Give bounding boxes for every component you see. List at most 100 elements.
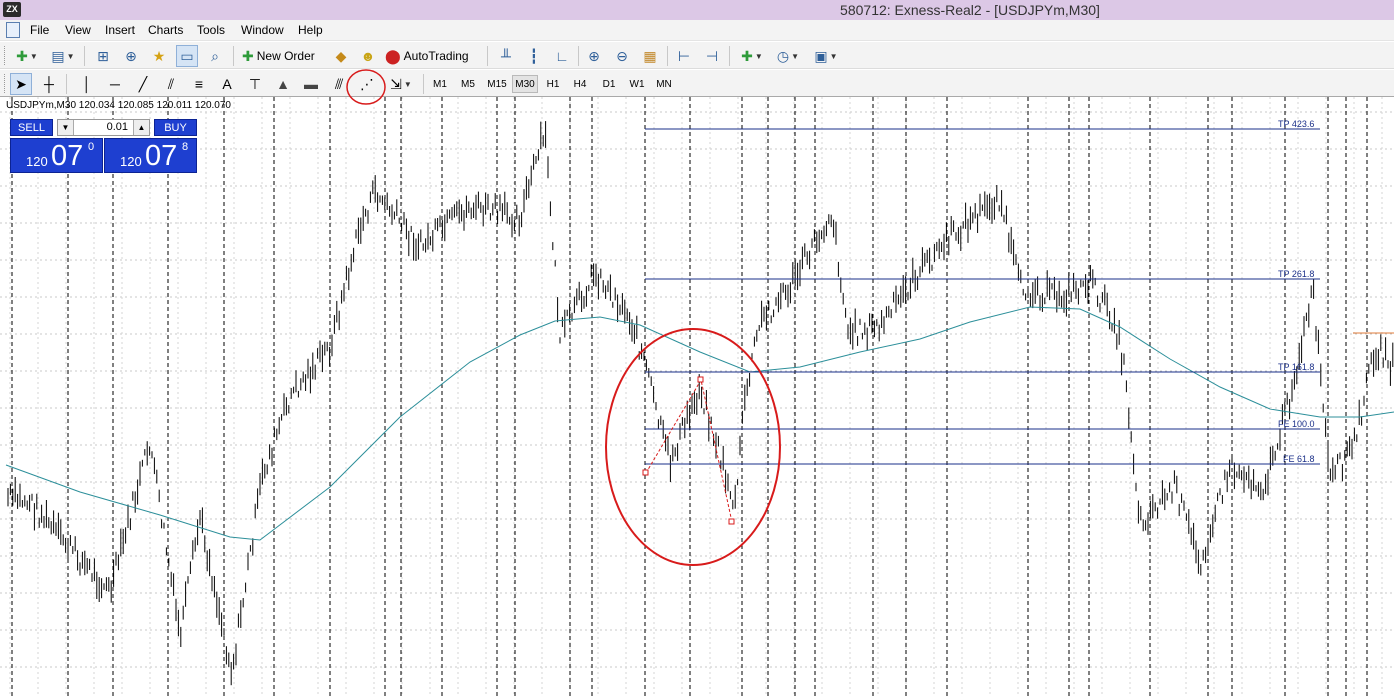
- ask-price-prefix: 120: [120, 154, 142, 169]
- fibo-anchor-3[interactable]: [728, 518, 735, 525]
- timeframe-mn-button[interactable]: MN: [652, 75, 676, 93]
- timeframe-h4-button[interactable]: H4: [568, 75, 592, 93]
- zoom-out-icon: ⊖: [616, 47, 628, 64]
- window-title: 580712: Exness-Real2 - [USDJPYm,M30]: [840, 2, 1100, 18]
- menu-window[interactable]: Window: [241, 23, 284, 37]
- data-window-button[interactable]: ⊕: [120, 45, 142, 67]
- lot-size-field[interactable]: ▼ 0.01 ▲: [57, 119, 150, 136]
- new-chart-icon: ✚: [16, 47, 28, 64]
- timeframe-d1-button[interactable]: D1: [597, 75, 621, 93]
- fibo-anchor-path[interactable]: [645, 378, 733, 523]
- menu-help[interactable]: Help: [298, 23, 323, 37]
- price-chart[interactable]: TP 423.6 TP 261.8 TP 161.8 FE 100.0 FE 6…: [0, 97, 1394, 696]
- terminal-button[interactable]: ▭: [176, 45, 198, 67]
- timeframe-m1-button[interactable]: M1: [428, 75, 452, 93]
- lot-increase-icon[interactable]: ▲: [133, 120, 149, 135]
- fibo-label-tp-423: TP 423.6: [1278, 119, 1314, 129]
- menu-bar: File View Insert Charts Tools Window Hel…: [0, 20, 1394, 41]
- triangle-icon: ▲: [276, 76, 290, 92]
- horizontal-line-button[interactable]: ─: [104, 73, 126, 95]
- chart-canvas[interactable]: TP 423.6 TP 261.8 TP 161.8 FE 100.0 FE 6…: [0, 97, 1394, 696]
- text-label-button[interactable]: ⊤: [244, 73, 266, 95]
- fibo-retracement-button[interactable]: ≡: [188, 73, 210, 95]
- experts-button[interactable]: ☻: [357, 45, 379, 67]
- fibo-retracement-icon: ≡: [194, 76, 204, 92]
- menu-view[interactable]: View: [65, 23, 91, 37]
- new-chart-button[interactable]: ✚ ▼: [12, 45, 42, 67]
- zoom-in-button[interactable]: ⊕: [583, 45, 605, 67]
- toolbar-separator: [423, 74, 424, 94]
- toolbar-grip[interactable]: [4, 46, 7, 65]
- experts-icon: ☻: [360, 48, 376, 64]
- timeframe-w1-button[interactable]: W1: [625, 75, 649, 93]
- menu-charts[interactable]: Charts: [148, 23, 183, 37]
- trendline-icon: ╱: [138, 75, 148, 92]
- menu-tools[interactable]: Tools: [197, 23, 225, 37]
- meta-editor-button[interactable]: ◆: [330, 45, 352, 67]
- zoom-out-button[interactable]: ⊖: [611, 45, 633, 67]
- fibo-anchor-1[interactable]: [642, 469, 649, 476]
- autotrading-icon: ⬤: [385, 47, 401, 64]
- lot-decrease-icon[interactable]: ▼: [58, 120, 74, 135]
- candlestick-button[interactable]: ┇: [523, 45, 545, 67]
- navigator-button[interactable]: ★: [148, 45, 170, 67]
- bid-price-box[interactable]: 120 07 0: [10, 138, 103, 173]
- arrows-tool-button[interactable]: ⇲ ▼: [386, 73, 416, 95]
- strategy-tester-button[interactable]: ⌕: [204, 45, 226, 67]
- fibo-label-fe-61: FE 61.8: [1283, 454, 1315, 464]
- vertical-line-icon: │: [82, 76, 92, 92]
- toolbar-separator: [667, 46, 668, 66]
- cursor-tool-button[interactable]: ➤: [10, 73, 32, 95]
- line-chart-icon: ∟: [555, 48, 569, 64]
- menu-insert[interactable]: Insert: [105, 23, 135, 37]
- autotrading-button[interactable]: ⬤ AutoTrading: [385, 45, 481, 67]
- line-chart-button[interactable]: ∟: [551, 45, 573, 67]
- annotation-circle-toolbar: [346, 69, 386, 105]
- ohlc-bars: [7, 121, 1394, 686]
- timeframe-m30-button[interactable]: M30: [512, 75, 538, 93]
- timeframe-m15-button[interactable]: M15: [484, 75, 510, 93]
- text-tool-button[interactable]: A: [216, 73, 238, 95]
- bid-price-fraction: 0: [88, 141, 95, 153]
- chart-document-icon[interactable]: [6, 22, 20, 38]
- toolbar-separator: [729, 46, 730, 66]
- menu-file[interactable]: File: [30, 23, 49, 37]
- profiles-icon: ▤: [51, 47, 65, 64]
- bar-chart-button[interactable]: ╨: [495, 45, 517, 67]
- lot-size-value[interactable]: 0.01: [76, 121, 131, 133]
- toolbar-grip[interactable]: [4, 74, 7, 93]
- auto-scroll-button[interactable]: ⊢: [673, 45, 695, 67]
- sell-button[interactable]: SELL: [10, 119, 53, 136]
- equidistant-channel-button[interactable]: ⫽: [160, 73, 182, 95]
- tile-windows-button[interactable]: ▦: [639, 45, 661, 67]
- period-separators: [11, 97, 1368, 696]
- crosshair-tool-button[interactable]: ┼: [38, 73, 60, 95]
- toolbar-separator: [578, 46, 579, 66]
- templates-button[interactable]: ▣ ▼: [810, 45, 842, 67]
- indicators-button[interactable]: ✚ ▼: [736, 45, 768, 67]
- drawing-toolbar: ➤ ┼ │ ─ ╱ ⫽ ≡ A ⊤ ▲ ▬ ⫻ ⋰ ⇲ ▼: [0, 70, 1394, 97]
- periods-button[interactable]: ◷ ▼: [772, 45, 804, 67]
- tester-magnifier-icon: ⌕: [211, 47, 219, 64]
- chart-shift-icon: ⊣: [705, 47, 719, 64]
- text-a-icon: A: [222, 76, 232, 92]
- market-watch-button[interactable]: ⊞: [92, 45, 114, 67]
- ask-price-box[interactable]: 120 07 8: [104, 138, 197, 173]
- timeframe-m5-button[interactable]: M5: [456, 75, 480, 93]
- indicators-icon: ✚: [741, 47, 753, 64]
- new-order-button[interactable]: ✚ New Order: [242, 45, 326, 67]
- triangle-tool-button[interactable]: ▲: [272, 73, 294, 95]
- zoom-in-icon: ⊕: [588, 47, 600, 64]
- vertical-line-button[interactable]: │: [76, 73, 98, 95]
- text-label-icon: ⊤: [248, 75, 262, 92]
- timeframe-h1-button[interactable]: H1: [541, 75, 565, 93]
- fibo-anchor-2[interactable]: [697, 376, 704, 383]
- rectangle-tool-button[interactable]: ▬: [300, 73, 322, 95]
- profiles-button[interactable]: ▤ ▼: [48, 45, 78, 67]
- trendline-button[interactable]: ╱: [132, 73, 154, 95]
- buy-button[interactable]: BUY: [154, 119, 197, 136]
- standard-toolbar: ✚ ▼ ▤ ▼ ⊞ ⊕ ★ ▭ ⌕ ✚ New Order ◆ ☻ ⬤ AutoTrad…: [0, 42, 1394, 69]
- chart-shift-button[interactable]: ⊣: [701, 45, 723, 67]
- fibo-expansion-object[interactable]: TP 423.6 TP 261.8 TP 161.8 FE 100.0 FE 6…: [642, 119, 1320, 525]
- mt4-logo-icon: ZX: [3, 2, 21, 17]
